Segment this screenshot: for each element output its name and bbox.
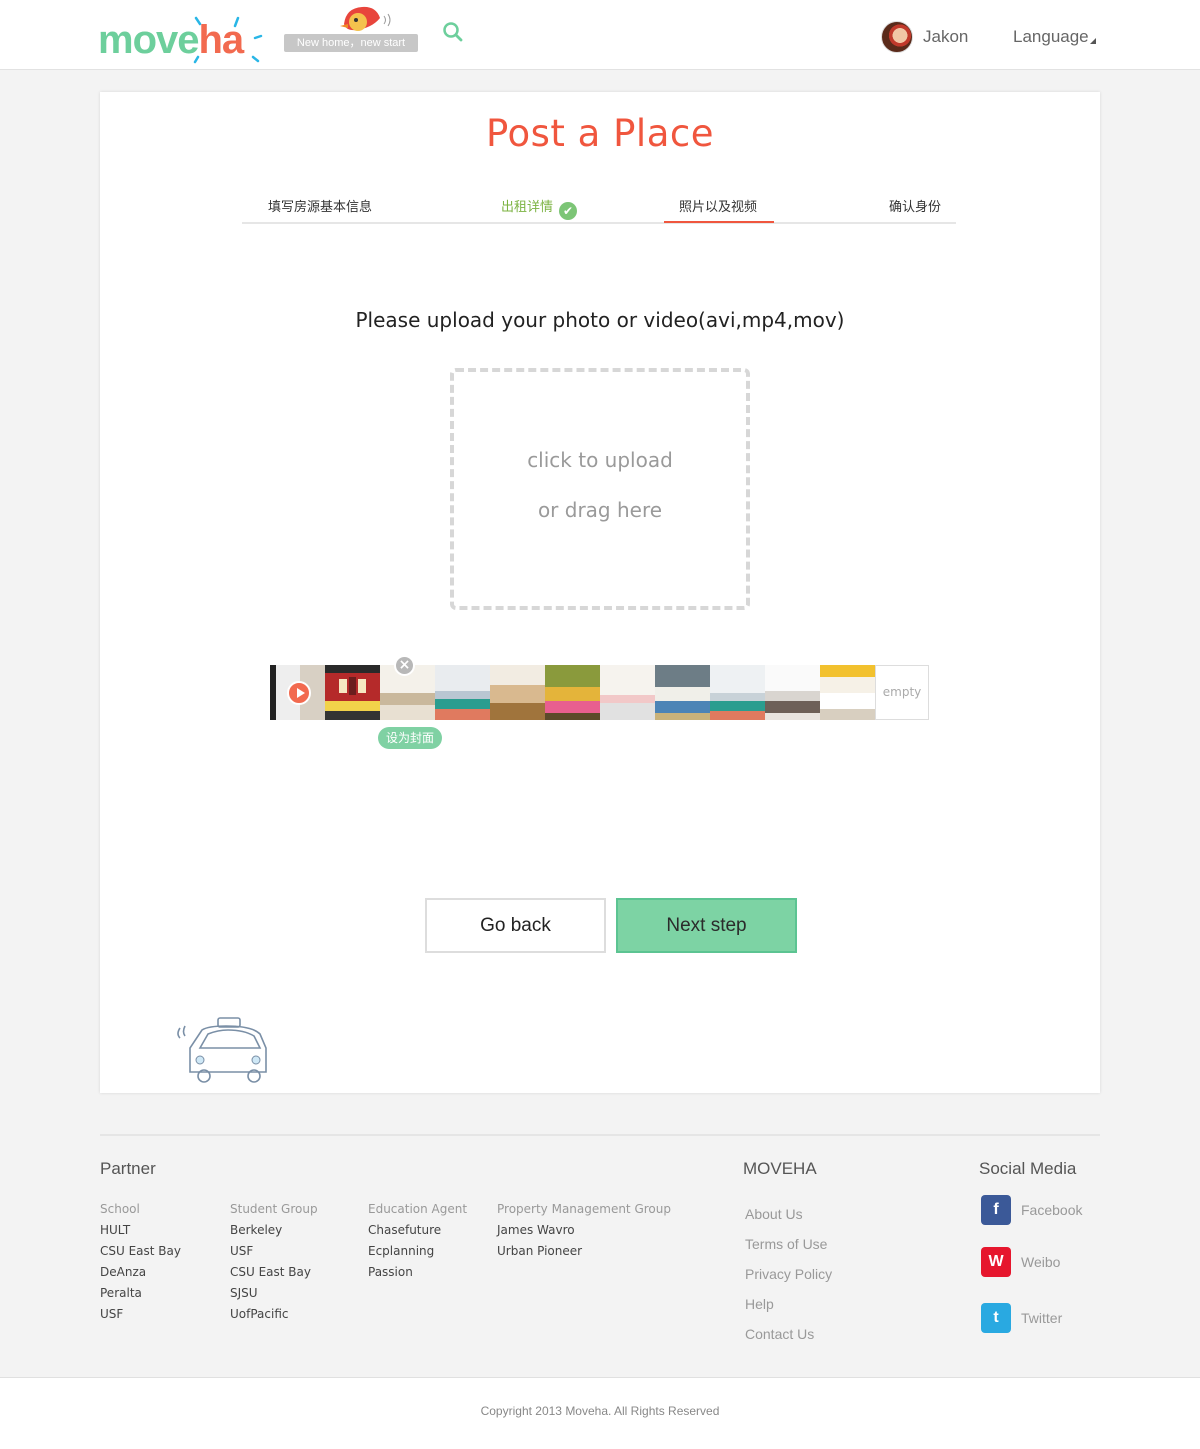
partner-link[interactable]: CSU East Bay xyxy=(100,1241,181,1262)
go-back-button[interactable]: Go back xyxy=(425,898,606,953)
upload-instructions: Please upload your photo or video(avi,mp… xyxy=(355,308,845,332)
user-name: Jakon xyxy=(923,27,969,46)
partner-column-caption: Student Group xyxy=(230,1202,318,1216)
avatar xyxy=(881,21,913,53)
social-label: Weibo xyxy=(1021,1254,1061,1270)
facebook-icon: f xyxy=(981,1195,1011,1225)
photo-thumbnail[interactable] xyxy=(710,665,765,720)
language-label: Language xyxy=(1013,27,1089,46)
tab-label: 照片以及视频 xyxy=(679,200,758,215)
tab-verify-identity[interactable]: 确认身份 xyxy=(889,196,941,215)
tagline-badge: New home，new start xyxy=(284,4,420,52)
photo-thumbnail[interactable] xyxy=(490,665,545,720)
partner-heading: Partner xyxy=(100,1159,156,1178)
top-header: moveha New home，new start Jakon Language xyxy=(0,0,1200,70)
partner-column-caption: Education Agent xyxy=(368,1202,468,1216)
tab-label: 填写房源基本信息 xyxy=(268,200,373,215)
partner-column-property-management: Property Management Group James Wavro Ur… xyxy=(497,1199,671,1262)
moveha-logo[interactable]: moveha xyxy=(98,10,268,65)
about-us-link[interactable]: About Us xyxy=(745,1199,832,1229)
remove-thumbnail-close-icon[interactable]: × xyxy=(394,655,415,676)
contact-us-link[interactable]: Contact Us xyxy=(745,1319,832,1349)
partner-link[interactable]: James Wavro xyxy=(497,1220,671,1241)
moveha-links: About Us Terms of Use Privacy Policy Hel… xyxy=(745,1199,832,1349)
partner-link[interactable]: HULT xyxy=(100,1220,181,1241)
partner-link[interactable]: Berkeley xyxy=(230,1220,318,1241)
social-label: Facebook xyxy=(1021,1202,1083,1218)
step-tabs: 填写房源基本信息 出租详情 ✔ 照片以及视频 确认身份 xyxy=(242,192,956,224)
media-thumbnail-strip: empty xyxy=(270,665,929,720)
privacy-policy-link[interactable]: Privacy Policy xyxy=(745,1259,832,1289)
partner-link[interactable]: SJSU xyxy=(230,1283,318,1304)
dropdown-caret-icon xyxy=(1089,38,1096,44)
partner-link[interactable]: Ecplanning xyxy=(368,1241,467,1262)
twitter-icon: t xyxy=(981,1303,1011,1333)
weibo-link[interactable]: W Weibo xyxy=(981,1247,1060,1277)
partner-column-caption: School xyxy=(100,1202,140,1216)
partner-link[interactable]: USF xyxy=(230,1241,318,1262)
partner-link[interactable]: USF xyxy=(100,1304,181,1325)
weibo-icon: W xyxy=(981,1247,1011,1277)
partner-column-education-agent: Education Agent Chasefuture Ecplanning P… xyxy=(368,1199,467,1283)
partner-link[interactable]: Peralta xyxy=(100,1283,181,1304)
partner-link[interactable]: Passion xyxy=(368,1262,467,1283)
photo-thumbnail[interactable] xyxy=(655,665,710,720)
twitter-link[interactable]: t Twitter xyxy=(981,1303,1062,1333)
social-label: Twitter xyxy=(1021,1310,1063,1326)
partner-link[interactable]: UofPacific xyxy=(230,1304,318,1325)
partner-link[interactable]: DeAnza xyxy=(100,1262,181,1283)
post-place-card: Post a Place 填写房源基本信息 出租详情 ✔ 照片以及视频 确认身份 … xyxy=(100,92,1100,1093)
page-title: Post a Place xyxy=(486,112,714,155)
upload-dropzone[interactable]: click to upload or drag here xyxy=(450,368,750,610)
photo-thumbnail[interactable] xyxy=(545,665,600,720)
footer-divider xyxy=(100,1134,1100,1136)
logo-sparkle-icon xyxy=(193,16,263,64)
checkmark-icon: ✔ xyxy=(559,202,578,220)
tab-rental-details[interactable]: 出租详情 ✔ xyxy=(501,196,578,220)
taxi-mascot-icon xyxy=(177,1017,267,1083)
storefront-image xyxy=(339,677,366,695)
photo-thumbnail[interactable] xyxy=(435,665,490,720)
partner-column-caption: Property Management Group xyxy=(497,1202,671,1216)
tab-label: 确认身份 xyxy=(889,200,942,215)
video-thumbnail[interactable] xyxy=(270,665,325,720)
tab-label: 出租详情 xyxy=(501,200,554,215)
photo-thumbnail[interactable] xyxy=(765,665,820,720)
search-icon[interactable] xyxy=(442,21,464,43)
copyright-bar: Copyright 2013 Moveha. All Rights Reserv… xyxy=(0,1377,1200,1449)
terms-of-use-link[interactable]: Terms of Use xyxy=(745,1229,832,1259)
partner-column-student-group: Student Group Berkeley USF CSU East Bay … xyxy=(230,1199,318,1325)
moveha-heading: MOVEHA xyxy=(743,1159,817,1178)
tagline-text: New home，new start xyxy=(284,34,418,52)
social-media-heading: Social Media xyxy=(979,1159,1077,1178)
partner-link[interactable]: Chasefuture xyxy=(368,1220,467,1241)
empty-thumbnail-slot[interactable]: empty xyxy=(875,665,929,720)
photo-thumbnail[interactable] xyxy=(325,665,380,720)
set-cover-button[interactable]: 设为封面 xyxy=(378,727,442,749)
partner-link[interactable]: CSU East Bay xyxy=(230,1262,318,1283)
photo-thumbnail[interactable] xyxy=(600,665,655,720)
photo-thumbnail[interactable] xyxy=(820,665,875,720)
next-step-button[interactable]: Next step xyxy=(616,898,797,953)
partner-column-school: School HULT CSU East Bay DeAnza Peralta … xyxy=(100,1199,181,1325)
language-dropdown[interactable]: Language xyxy=(1013,27,1096,47)
facebook-link[interactable]: f Facebook xyxy=(981,1195,1082,1225)
user-menu[interactable]: Jakon xyxy=(881,21,968,53)
tab-photos-videos[interactable]: 照片以及视频 xyxy=(679,196,757,215)
dropzone-drag-text: or drag here xyxy=(537,498,663,522)
dropzone-click-text: click to upload xyxy=(527,448,673,472)
bird-mascot-icon xyxy=(340,6,391,31)
copyright-text: Copyright 2013 Moveha. All Rights Reserv… xyxy=(480,1404,720,1418)
active-tab-indicator xyxy=(664,221,774,223)
help-link[interactable]: Help xyxy=(745,1289,832,1319)
play-icon xyxy=(287,681,311,705)
partner-link[interactable]: Urban Pioneer xyxy=(497,1241,671,1262)
tab-basic-info[interactable]: 填写房源基本信息 xyxy=(268,196,372,215)
